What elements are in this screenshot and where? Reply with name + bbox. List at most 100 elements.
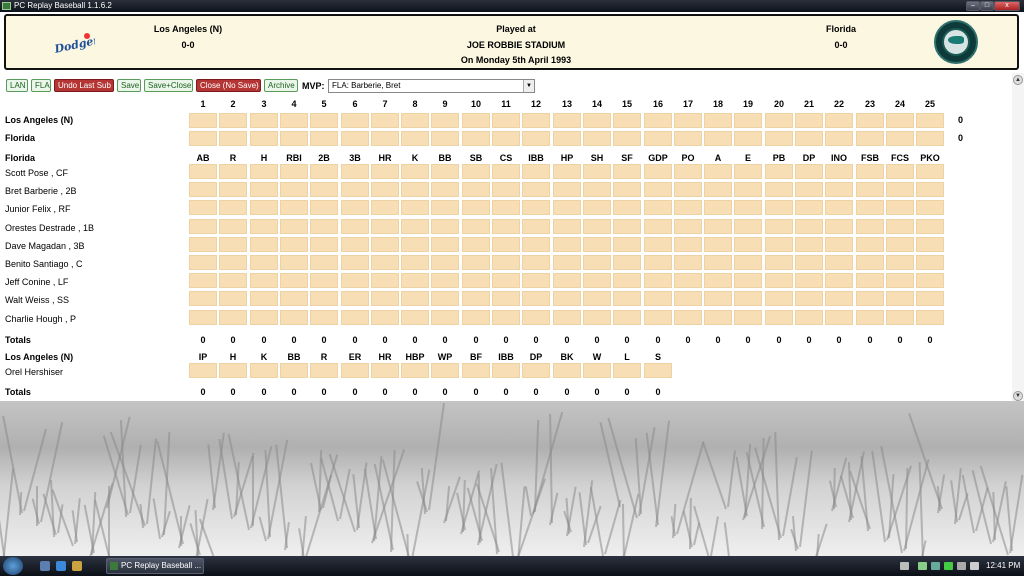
batting-stat-cell[interactable]: [250, 200, 278, 215]
minimize-button[interactable]: –: [966, 1, 980, 11]
batting-stat-cell[interactable]: [856, 219, 884, 234]
inning-score-cell[interactable]: [431, 113, 459, 128]
lan-button[interactable]: LAN: [6, 79, 28, 92]
close-window-button[interactable]: x: [994, 1, 1020, 11]
batting-stat-cell[interactable]: [492, 182, 520, 197]
inning-score-cell[interactable]: [765, 113, 793, 128]
inning-score-cell[interactable]: [341, 113, 369, 128]
batting-stat-cell[interactable]: [916, 219, 944, 234]
batting-stat-cell[interactable]: [462, 237, 490, 252]
batting-stat-cell[interactable]: [189, 273, 217, 288]
batting-stat-cell[interactable]: [250, 237, 278, 252]
pitching-stat-cell[interactable]: [583, 363, 611, 378]
batting-stat-cell[interactable]: [401, 255, 429, 270]
batting-stat-cell[interactable]: [583, 310, 611, 325]
volume-icon[interactable]: [957, 562, 966, 570]
batting-stat-cell[interactable]: [825, 255, 853, 270]
batting-stat-cell[interactable]: [704, 200, 732, 215]
batting-stat-cell[interactable]: [431, 291, 459, 306]
inning-score-cell[interactable]: [250, 113, 278, 128]
inning-score-cell[interactable]: [734, 113, 762, 128]
batting-stat-cell[interactable]: [765, 182, 793, 197]
batting-stat-cell[interactable]: [856, 291, 884, 306]
batting-stat-cell[interactable]: [280, 219, 308, 234]
batting-stat-cell[interactable]: [492, 219, 520, 234]
inning-score-cell[interactable]: [553, 131, 581, 146]
batting-stat-cell[interactable]: [280, 291, 308, 306]
batting-stat-cell[interactable]: [734, 237, 762, 252]
batting-stat-cell[interactable]: [886, 310, 914, 325]
close-no-save-button[interactable]: Close (No Save): [196, 79, 261, 92]
batting-stat-cell[interactable]: [310, 291, 338, 306]
batting-stat-cell[interactable]: [341, 237, 369, 252]
batting-stat-cell[interactable]: [219, 164, 247, 179]
batting-stat-cell[interactable]: [644, 237, 672, 252]
batting-stat-cell[interactable]: [492, 164, 520, 179]
batting-stat-cell[interactable]: [795, 255, 823, 270]
batting-stat-cell[interactable]: [765, 237, 793, 252]
batting-stat-cell[interactable]: [219, 219, 247, 234]
show-desktop-icon[interactable]: [40, 561, 50, 571]
batting-stat-cell[interactable]: [795, 164, 823, 179]
inning-score-cell[interactable]: [401, 131, 429, 146]
batting-stat-cell[interactable]: [553, 273, 581, 288]
undo-last-sub-button[interactable]: Undo Last Sub: [54, 79, 114, 92]
batting-stat-cell[interactable]: [644, 310, 672, 325]
batting-stat-cell[interactable]: [916, 182, 944, 197]
batting-stat-cell[interactable]: [310, 255, 338, 270]
batting-stat-cell[interactable]: [583, 255, 611, 270]
batting-stat-cell[interactable]: [886, 164, 914, 179]
batting-stat-cell[interactable]: [371, 200, 399, 215]
batting-stat-cell[interactable]: [189, 310, 217, 325]
batting-stat-cell[interactable]: [250, 291, 278, 306]
batting-stat-cell[interactable]: [280, 200, 308, 215]
batting-stat-cell[interactable]: [856, 273, 884, 288]
batting-stat-cell[interactable]: [280, 164, 308, 179]
fla-button[interactable]: FLA: [31, 79, 51, 92]
mvp-select[interactable]: FLA: Barberie, Bret ▼: [328, 79, 535, 93]
batting-stat-cell[interactable]: [886, 273, 914, 288]
batting-stat-cell[interactable]: [734, 273, 762, 288]
batting-stat-cell[interactable]: [492, 273, 520, 288]
inning-score-cell[interactable]: [825, 113, 853, 128]
batting-stat-cell[interactable]: [250, 182, 278, 197]
batting-stat-cell[interactable]: [280, 182, 308, 197]
batting-stat-cell[interactable]: [734, 219, 762, 234]
batting-stat-cell[interactable]: [189, 219, 217, 234]
batting-stat-cell[interactable]: [674, 255, 702, 270]
batting-stat-cell[interactable]: [462, 219, 490, 234]
batting-stat-cell[interactable]: [613, 200, 641, 215]
batting-stat-cell[interactable]: [704, 291, 732, 306]
batting-stat-cell[interactable]: [431, 255, 459, 270]
batting-stat-cell[interactable]: [401, 182, 429, 197]
batting-stat-cell[interactable]: [704, 273, 732, 288]
batting-stat-cell[interactable]: [219, 291, 247, 306]
batting-stat-cell[interactable]: [219, 273, 247, 288]
batting-stat-cell[interactable]: [462, 310, 490, 325]
pitching-stat-cell[interactable]: [341, 363, 369, 378]
batting-stat-cell[interactable]: [462, 182, 490, 197]
batting-stat-cell[interactable]: [765, 200, 793, 215]
batting-stat-cell[interactable]: [583, 291, 611, 306]
batting-stat-cell[interactable]: [553, 200, 581, 215]
batting-stat-cell[interactable]: [553, 182, 581, 197]
batting-stat-cell[interactable]: [341, 273, 369, 288]
batting-stat-cell[interactable]: [644, 164, 672, 179]
batting-stat-cell[interactable]: [704, 164, 732, 179]
batting-stat-cell[interactable]: [583, 273, 611, 288]
inning-score-cell[interactable]: [219, 131, 247, 146]
batting-stat-cell[interactable]: [825, 182, 853, 197]
inning-score-cell[interactable]: [492, 131, 520, 146]
batting-stat-cell[interactable]: [189, 291, 217, 306]
save-button[interactable]: Save: [117, 79, 141, 92]
inning-score-cell[interactable]: [583, 113, 611, 128]
batting-stat-cell[interactable]: [916, 200, 944, 215]
batting-stat-cell[interactable]: [916, 164, 944, 179]
inning-score-cell[interactable]: [856, 113, 884, 128]
batting-stat-cell[interactable]: [644, 200, 672, 215]
batting-stat-cell[interactable]: [734, 255, 762, 270]
batting-stat-cell[interactable]: [583, 219, 611, 234]
batting-stat-cell[interactable]: [522, 237, 550, 252]
pitching-stat-cell[interactable]: [219, 363, 247, 378]
batting-stat-cell[interactable]: [310, 273, 338, 288]
